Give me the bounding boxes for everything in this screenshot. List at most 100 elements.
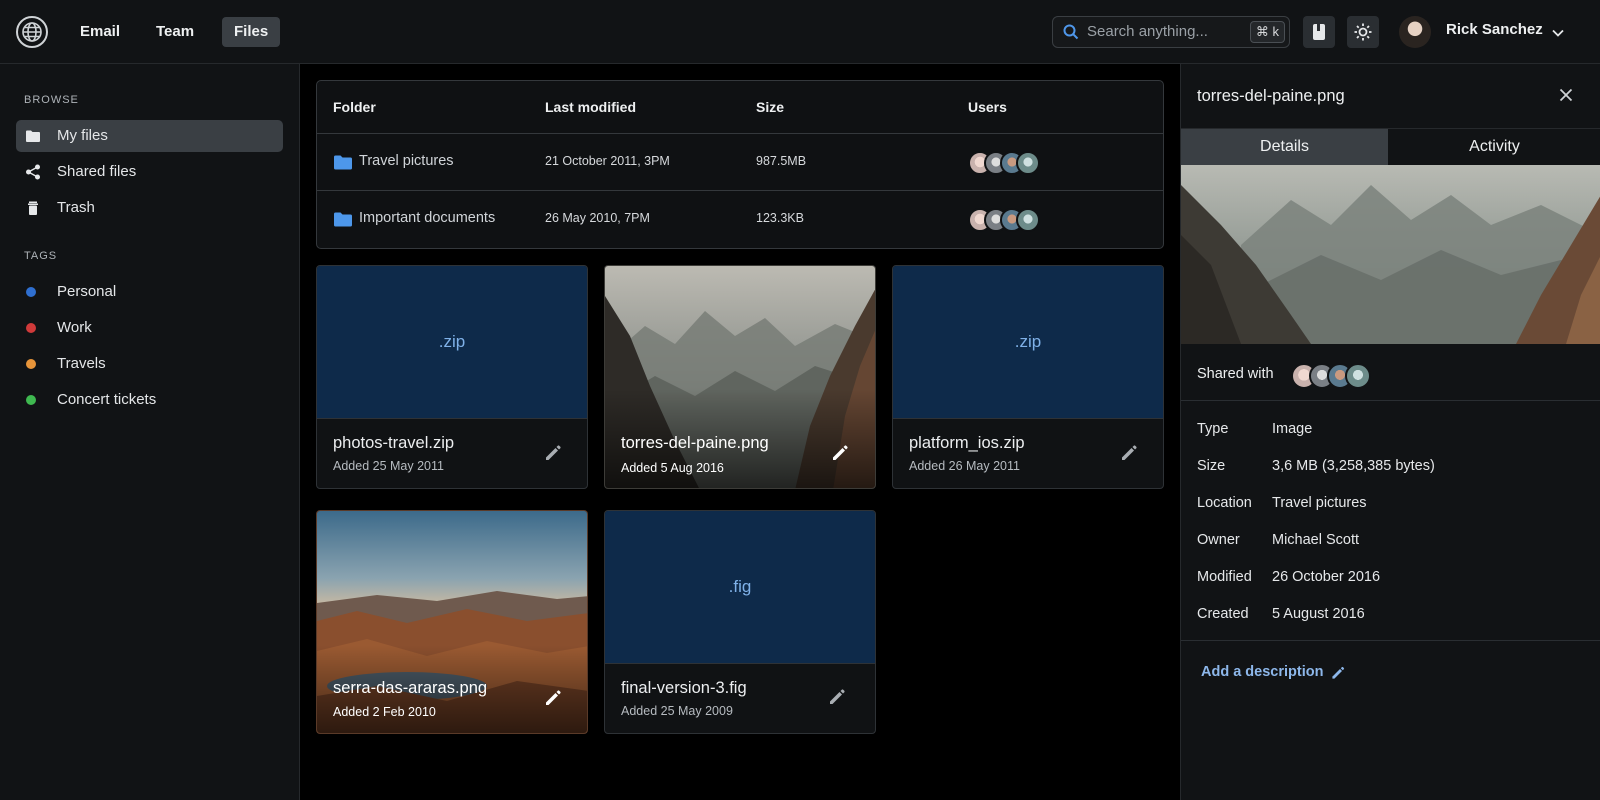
- file-card-serra-das-araras[interactable]: serra-das-araras.png Added 2 Feb 2010: [316, 510, 588, 734]
- main-content: Folder Last modified Size Users Travel p…: [300, 64, 1180, 800]
- bookmark-button[interactable]: [1303, 16, 1335, 48]
- sidebar-item-label: Trash: [57, 199, 95, 216]
- table-header: Folder Last modified Size Users: [317, 81, 1163, 134]
- folder-size: 987.5MB: [756, 154, 807, 168]
- nav-email[interactable]: Email: [68, 17, 132, 47]
- folder-size: 123.3KB: [756, 211, 804, 225]
- tag-label: Work: [57, 319, 92, 336]
- browse-section-label: BROWSE: [24, 94, 79, 106]
- user-name[interactable]: Rick Sanchez: [1446, 21, 1543, 38]
- folder-table: Folder Last modified Size Users Travel p…: [316, 80, 1164, 249]
- file-added-date: Added 25 May 2011: [333, 459, 444, 473]
- search-placeholder: Search anything...: [1087, 23, 1208, 40]
- edit-pencil-icon[interactable]: [1119, 443, 1139, 466]
- file-card-photos-travel[interactable]: .zip photos-travel.zip Added 25 May 2011: [316, 265, 588, 489]
- share-icon: [25, 164, 41, 180]
- chevron-down-icon[interactable]: [1552, 24, 1564, 40]
- folder-icon: [334, 155, 352, 173]
- table-row[interactable]: Important documents 26 May 2010, 7PM 123…: [317, 191, 1163, 248]
- preview-image: [1181, 165, 1600, 344]
- column-header-users[interactable]: Users: [968, 99, 1007, 115]
- tag-label: Concert tickets: [57, 391, 157, 408]
- avatar: [1016, 208, 1040, 232]
- divider: [1181, 400, 1600, 401]
- search-input[interactable]: Search anything... ⌘ k: [1052, 16, 1290, 48]
- meta-key-size: Size: [1197, 458, 1226, 474]
- tags-section-label: TAGS: [24, 250, 58, 262]
- shared-with-label: Shared with: [1197, 366, 1274, 382]
- column-header-size[interactable]: Size: [756, 99, 784, 115]
- file-card-torres-del-paine[interactable]: torres-del-paine.png Added 5 Aug 2016: [604, 265, 876, 489]
- file-card-final-version-3[interactable]: .fig final-version-3.fig Added 25 May 20…: [604, 510, 876, 734]
- file-extension-tile: .fig: [605, 511, 875, 664]
- meta-value-modified: 26 October 2016: [1272, 569, 1381, 585]
- close-icon[interactable]: [1559, 88, 1573, 105]
- sun-icon: [1354, 23, 1372, 41]
- edit-pencil-icon[interactable]: [827, 687, 847, 710]
- details-title: torres-del-paine.png: [1197, 87, 1345, 105]
- file-extension-tile: .zip: [893, 266, 1163, 419]
- meta-key-owner: Owner: [1197, 532, 1240, 548]
- search-shortcut: ⌘ k: [1249, 21, 1285, 43]
- user-avatar[interactable]: [1399, 16, 1431, 48]
- tag-dot-icon: [26, 323, 36, 333]
- nav-files[interactable]: Files: [222, 17, 281, 47]
- sidebar-item-label: Shared files: [57, 163, 137, 180]
- file-added-date: Added 26 May 2011: [909, 459, 1020, 473]
- file-name: photos-travel.zip: [333, 434, 455, 452]
- user-avatar-group[interactable]: [968, 208, 1048, 232]
- sidebar-item-shared-files[interactable]: Shared files: [16, 156, 283, 188]
- sidebar-item-my-files[interactable]: My files: [16, 120, 283, 152]
- tag-item-work[interactable]: Work: [16, 312, 283, 344]
- folder-icon: [334, 212, 352, 230]
- trash-icon: [25, 200, 41, 216]
- file-name: torres-del-paine.png: [621, 434, 769, 452]
- meta-key-type: Type: [1197, 421, 1229, 437]
- tag-dot-icon: [26, 395, 36, 405]
- theme-toggle-button[interactable]: [1347, 16, 1379, 48]
- meta-key-created: Created: [1197, 606, 1249, 622]
- shared-avatar-group[interactable]: [1291, 363, 1381, 389]
- folder-icon: [25, 128, 41, 144]
- tag-dot-icon: [26, 359, 36, 369]
- folder-name[interactable]: Important documents: [359, 210, 495, 226]
- sidebar-item-trash[interactable]: Trash: [16, 192, 283, 224]
- file-added-date: Added 25 May 2009: [621, 704, 733, 718]
- details-tabs: Details Activity: [1181, 128, 1600, 165]
- folder-modified: 26 May 2010, 7PM: [545, 211, 650, 225]
- column-header-folder[interactable]: Folder: [333, 99, 376, 115]
- folder-name[interactable]: Travel pictures: [359, 153, 454, 169]
- meta-key-location: Location: [1197, 495, 1252, 511]
- avatar: [1016, 151, 1040, 175]
- meta-value-created: 5 August 2016: [1272, 606, 1365, 622]
- tag-item-personal[interactable]: Personal: [16, 276, 283, 308]
- file-extension-tile: .zip: [317, 266, 587, 419]
- book-icon: [1313, 24, 1325, 40]
- meta-key-modified: Modified: [1197, 569, 1252, 585]
- file-name: serra-das-araras.png: [333, 679, 488, 697]
- edit-pencil-icon[interactable]: [543, 443, 563, 466]
- table-row[interactable]: Travel pictures 21 October 2011, 3PM 987…: [317, 134, 1163, 191]
- sidebar-item-label: My files: [57, 127, 108, 144]
- user-avatar-group[interactable]: [968, 151, 1048, 175]
- tag-item-concert-tickets[interactable]: Concert tickets: [16, 384, 283, 416]
- edit-pencil-icon[interactable]: [830, 443, 850, 466]
- tab-activity[interactable]: Activity: [1388, 129, 1600, 165]
- file-card-platform-ios[interactable]: .zip platform_ios.zip Added 26 May 2011: [892, 265, 1164, 489]
- edit-pencil-icon[interactable]: [543, 688, 563, 711]
- tag-label: Personal: [57, 283, 117, 300]
- meta-value-owner: Michael Scott: [1272, 532, 1360, 548]
- shared-with-row: Shared with: [1197, 362, 1587, 389]
- edit-pencil-icon[interactable]: [1330, 665, 1346, 684]
- globe-logo-icon[interactable]: [16, 16, 48, 48]
- search-icon: [1063, 24, 1079, 43]
- folder-modified: 21 October 2011, 3PM: [545, 154, 670, 168]
- avatar: [1345, 363, 1371, 389]
- add-description-link[interactable]: Add a description: [1201, 664, 1323, 680]
- meta-value-type: Image: [1272, 421, 1313, 437]
- meta-value-location: Travel pictures: [1272, 495, 1367, 511]
- nav-team[interactable]: Team: [144, 17, 206, 47]
- column-header-last-modified[interactable]: Last modified: [545, 99, 636, 115]
- tag-item-travels[interactable]: Travels: [16, 348, 283, 380]
- tab-details[interactable]: Details: [1181, 129, 1388, 165]
